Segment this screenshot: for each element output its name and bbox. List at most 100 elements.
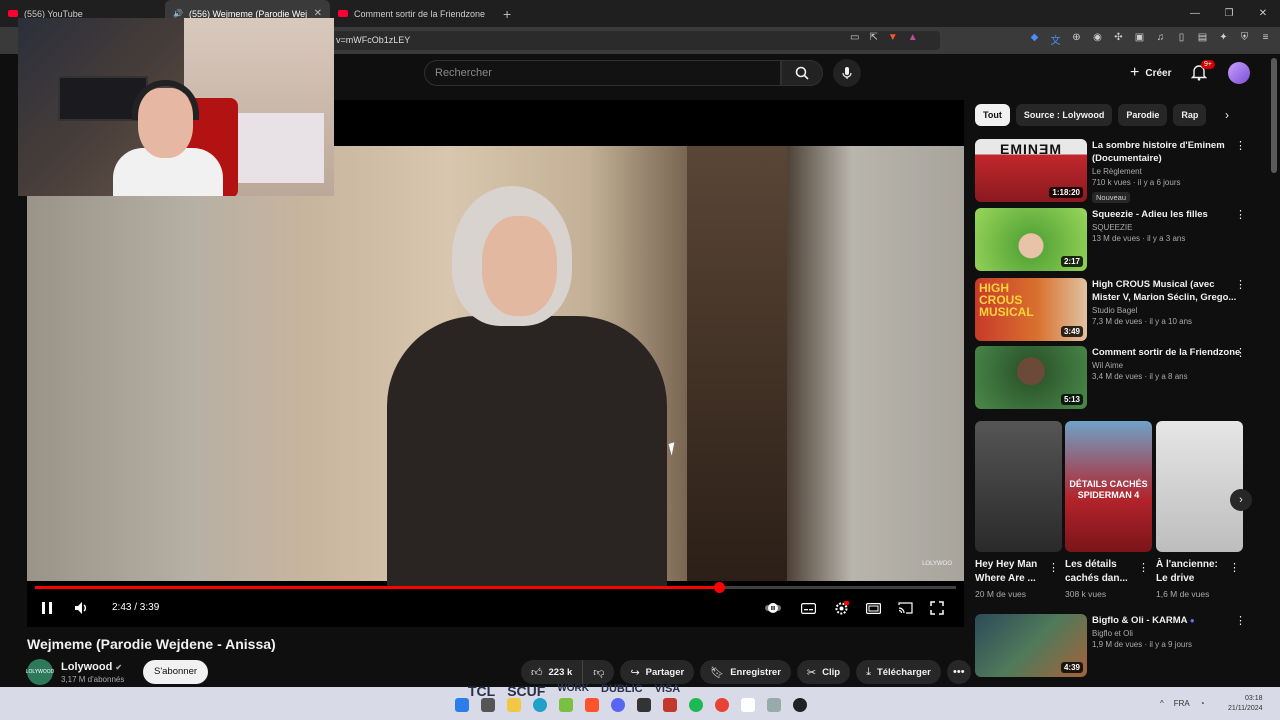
network-icon[interactable]: ◔: [1200, 699, 1205, 708]
short-thumbnail[interactable]: [1156, 421, 1243, 552]
page-scrollbar[interactable]: [1271, 58, 1277, 173]
short-video[interactable]: DÉTAILS CACHÉS SPIDERMAN 4 Les détails c…: [1065, 421, 1152, 599]
settings-button[interactable]: [832, 598, 850, 618]
chip-rap[interactable]: Rap: [1173, 104, 1207, 126]
extension-icon[interactable]: ▣: [1133, 32, 1146, 47]
recommended-video[interactable]: HIGH CROUS MUSICAL 3:49 High CROUS Music…: [975, 278, 1265, 343]
ai-icon[interactable]: ✦: [1217, 32, 1230, 47]
language-indicator[interactable]: FRA: [1174, 699, 1190, 708]
search-button[interactable]: [781, 60, 823, 86]
more-actions-button[interactable]: •••: [946, 660, 971, 684]
create-label: Créer: [1145, 67, 1172, 79]
extension-icon[interactable]: ⊕: [1070, 32, 1083, 47]
clip-button[interactable]: ✂ Clip: [796, 660, 851, 684]
save-button[interactable]: 🔖︎ Enregistrer: [700, 660, 791, 684]
more-vertical-icon[interactable]: ⋮: [1235, 208, 1246, 221]
translate-icon[interactable]: 文: [1049, 32, 1062, 47]
chip-parodie[interactable]: Parodie: [1118, 104, 1168, 126]
pause-button[interactable]: [39, 598, 55, 618]
more-vertical-icon[interactable]: ⋮: [1235, 346, 1246, 359]
video-thumbnail[interactable]: EMINƎM 1:18:20: [975, 139, 1087, 202]
recommended-video[interactable]: 5:13 Comment sortir de la Friendzone Wil…: [975, 346, 1265, 411]
like-button[interactable]: 👍︎ 223 k: [521, 660, 584, 684]
store-icon[interactable]: [559, 698, 573, 712]
short-video[interactable]: Hey Hey Man Where Are ... 20 M de vues ⋮: [975, 421, 1062, 599]
progress-scrubber-handle[interactable]: [714, 582, 726, 593]
chip-source-lolywood[interactable]: Source : Lolywood: [1015, 104, 1113, 126]
voice-search-button[interactable]: [833, 59, 861, 87]
sidebar-icon[interactable]: ▯: [1175, 32, 1188, 47]
short-thumbnail[interactable]: [975, 421, 1062, 552]
brave-icon[interactable]: [585, 698, 599, 712]
dislike-button[interactable]: 👎︎: [583, 660, 615, 684]
short-video[interactable]: À l'ancienne: Le drive 1,6 M de vues ⋮: [1156, 421, 1243, 599]
app-icon[interactable]: [637, 698, 651, 712]
close-window-icon[interactable]: ✕: [1246, 0, 1280, 27]
task-view-icon[interactable]: [481, 698, 495, 712]
rewards-icon[interactable]: ▲: [908, 32, 918, 43]
account-avatar[interactable]: [1228, 62, 1250, 84]
address-bar[interactable]: v=mWFcOb1zLEY: [330, 31, 940, 50]
short-thumbnail[interactable]: DÉTAILS CACHÉS SPIDERMAN 4: [1065, 421, 1152, 552]
windows-start-icon[interactable]: [455, 698, 469, 712]
video-thumbnail[interactable]: 5:13: [975, 346, 1087, 409]
menu-icon[interactable]: ≡: [1259, 32, 1272, 47]
puzzle-icon[interactable]: ✣: [1112, 32, 1125, 47]
notifications-button[interactable]: 9+: [1190, 60, 1215, 83]
download-button[interactable]: ⤓ Télécharger: [856, 660, 941, 684]
new-tab-button[interactable]: +: [503, 6, 511, 22]
more-vertical-icon[interactable]: ⋮: [1138, 561, 1149, 574]
recommended-video[interactable]: EMINƎM 1:18:20 La sombre histoire d'Emin…: [975, 139, 1265, 204]
theater-mode-button[interactable]: [864, 598, 882, 618]
share-icon[interactable]: ⇱: [869, 32, 877, 43]
wallet-icon[interactable]: ▤: [1196, 32, 1209, 47]
cast-button[interactable]: [896, 598, 914, 618]
vpn-icon[interactable]: ⛨: [1238, 32, 1251, 47]
system-clock[interactable]: 03:18 21/11/2024: [1228, 694, 1263, 714]
fullscreen-button[interactable]: [928, 598, 946, 618]
brave-shield-icon[interactable]: ▼: [888, 32, 898, 43]
maximize-icon[interactable]: ❐: [1212, 0, 1246, 27]
edge-icon[interactable]: [533, 698, 547, 712]
video-thumbnail[interactable]: 2:17: [975, 208, 1087, 271]
channel-avatar[interactable]: LOLYWOOD: [26, 659, 54, 685]
progress-bar[interactable]: [35, 582, 956, 593]
app-icon[interactable]: [663, 698, 677, 712]
spotify-icon[interactable]: [689, 698, 703, 712]
discord-icon[interactable]: [611, 698, 625, 712]
video-frame[interactable]: LOLYWOO: [27, 146, 964, 586]
more-vertical-icon[interactable]: ⋮: [1235, 139, 1246, 152]
notepad-icon[interactable]: [741, 698, 755, 712]
music-icon[interactable]: ♫: [1154, 32, 1167, 47]
video-thumbnail[interactable]: HIGH CROUS MUSICAL 3:49: [975, 278, 1087, 341]
more-vertical-icon[interactable]: ⋮: [1235, 278, 1246, 291]
channel-name[interactable]: Lolywood ✔: [61, 661, 122, 673]
speaker-icon[interactable]: 🔊: [173, 9, 183, 18]
extension-icon[interactable]: ◉: [1091, 32, 1104, 47]
chip-tout[interactable]: Tout: [975, 104, 1010, 126]
search-input[interactable]: Rechercher: [424, 60, 781, 86]
chrome-icon[interactable]: [715, 698, 729, 712]
minimize-icon[interactable]: —: [1178, 0, 1212, 27]
create-button[interactable]: + Créer: [1122, 61, 1179, 85]
volume-button[interactable]: [73, 598, 91, 618]
extension-icon[interactable]: ◆: [1028, 32, 1041, 47]
subtitles-button[interactable]: [799, 598, 817, 618]
more-vertical-icon[interactable]: ⋮: [1048, 561, 1059, 574]
autoplay-toggle[interactable]: [764, 598, 782, 618]
app-icon[interactable]: [767, 698, 781, 712]
install-app-icon[interactable]: ▭: [850, 32, 859, 43]
file-explorer-icon[interactable]: [507, 698, 521, 712]
recommended-video[interactable]: 4:39 Bigflo & Oli - KARMA ● Bigflo et Ol…: [975, 614, 1265, 679]
more-vertical-icon[interactable]: ⋮: [1229, 561, 1240, 574]
browser-tab-friendzone[interactable]: Comment sortir de la Friendzone - Y: [330, 0, 495, 27]
tray-chevron-icon[interactable]: ^: [1160, 699, 1164, 708]
share-button[interactable]: ↪ Partager: [620, 660, 695, 684]
video-thumbnail[interactable]: 4:39: [975, 614, 1087, 677]
obs-icon[interactable]: [793, 698, 807, 712]
recommended-video[interactable]: 2:17 Squeezie - Adieu les filles SQUEEZI…: [975, 208, 1265, 273]
shorts-next-chevron-icon[interactable]: ›: [1230, 489, 1252, 511]
subscribe-button[interactable]: S'abonner: [143, 660, 209, 684]
more-vertical-icon[interactable]: ⋮: [1235, 614, 1246, 627]
chips-next-chevron-icon[interactable]: ›: [1218, 106, 1236, 124]
